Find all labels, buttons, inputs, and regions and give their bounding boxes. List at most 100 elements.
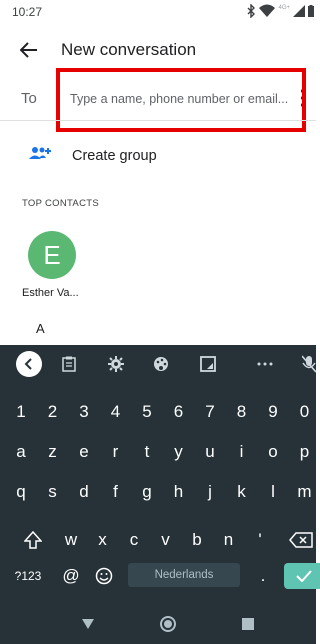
square-icon bbox=[242, 618, 254, 630]
backspace-key[interactable] bbox=[286, 525, 316, 555]
group-add-icon bbox=[29, 146, 51, 167]
settings-button[interactable] bbox=[103, 351, 129, 377]
dot bbox=[301, 89, 305, 93]
number-key[interactable]: 0 bbox=[291, 397, 319, 427]
enter-key[interactable] bbox=[284, 563, 320, 589]
letter-key[interactable]: a bbox=[7, 437, 35, 467]
letter-key[interactable]: n bbox=[215, 525, 243, 555]
letter-key[interactable]: x bbox=[89, 525, 117, 555]
nav-back-button[interactable] bbox=[76, 612, 100, 636]
letter-key[interactable]: d bbox=[70, 477, 98, 507]
more-horizontal-icon bbox=[257, 362, 273, 366]
number-key[interactable]: 7 bbox=[196, 397, 224, 427]
letter-key[interactable]: g bbox=[133, 477, 161, 507]
home-circle-icon bbox=[160, 616, 176, 632]
palette-icon bbox=[154, 357, 168, 371]
to-label: To bbox=[21, 90, 37, 107]
number-key[interactable]: 5 bbox=[133, 397, 161, 427]
signal-icon bbox=[293, 5, 305, 17]
page-title: New conversation bbox=[61, 40, 197, 59]
voice-input-button[interactable] bbox=[296, 351, 320, 377]
letter-key[interactable]: c bbox=[120, 525, 148, 555]
letter-key[interactable]: u bbox=[196, 437, 224, 467]
dot bbox=[301, 103, 305, 107]
spacebar[interactable]: Nederlands bbox=[128, 563, 240, 587]
period-key[interactable]: . bbox=[250, 563, 276, 589]
letter-key[interactable]: b bbox=[183, 525, 211, 555]
app-bar: New conversation bbox=[0, 24, 316, 76]
theme-button[interactable] bbox=[148, 351, 174, 377]
chevron-left-icon bbox=[24, 358, 32, 370]
letter-key[interactable]: z bbox=[39, 437, 67, 467]
battery-icon bbox=[308, 5, 314, 17]
create-group-label: Create group bbox=[72, 148, 157, 164]
triangle-down-icon bbox=[82, 619, 94, 629]
letter-key[interactable]: v bbox=[152, 525, 180, 555]
clipboard-button[interactable] bbox=[56, 351, 82, 377]
keyboard-collapse-button[interactable] bbox=[16, 351, 42, 377]
letter-key[interactable]: y bbox=[165, 437, 193, 467]
contact-item[interactable]: E Esther Va... bbox=[18, 229, 98, 305]
dot bbox=[301, 96, 305, 100]
more-keyboard-options-button[interactable] bbox=[252, 351, 278, 377]
bluetooth-icon bbox=[246, 4, 256, 18]
status-bar: 10:27 4G+ bbox=[0, 0, 316, 24]
shift-key[interactable] bbox=[18, 525, 48, 555]
navigation-bar bbox=[0, 602, 316, 644]
letter-key[interactable]: e bbox=[70, 437, 98, 467]
number-key[interactable]: 8 bbox=[228, 397, 256, 427]
backspace-icon bbox=[289, 532, 313, 548]
status-icons: 4G+ bbox=[246, 4, 314, 18]
letter-key[interactable]: w bbox=[57, 525, 85, 555]
letter-key[interactable]: o bbox=[259, 437, 287, 467]
checkmark-icon bbox=[296, 570, 312, 582]
divider bbox=[0, 120, 316, 121]
nav-home-button[interactable] bbox=[156, 612, 180, 636]
avatar: E bbox=[28, 231, 76, 279]
letter-key[interactable]: k bbox=[228, 477, 256, 507]
number-key[interactable]: 6 bbox=[165, 397, 193, 427]
number-key[interactable]: 4 bbox=[102, 397, 130, 427]
letter-key[interactable]: m bbox=[291, 477, 319, 507]
emoji-key[interactable] bbox=[90, 563, 118, 589]
back-button[interactable] bbox=[14, 36, 44, 64]
more-options-button[interactable] bbox=[294, 85, 312, 111]
number-key[interactable]: 3 bbox=[70, 397, 98, 427]
mic-off-icon bbox=[302, 355, 316, 373]
number-key[interactable]: 2 bbox=[39, 397, 67, 427]
letter-key[interactable]: r bbox=[102, 437, 130, 467]
resize-icon bbox=[200, 356, 216, 372]
shift-icon bbox=[24, 531, 42, 549]
top-contacts-header: TOP CONTACTS bbox=[22, 198, 99, 209]
letter-key[interactable]: s bbox=[39, 477, 67, 507]
letter-key[interactable]: l bbox=[259, 477, 287, 507]
letter-key[interactable]: j bbox=[196, 477, 224, 507]
letter-key[interactable]: p bbox=[291, 437, 319, 467]
number-key[interactable]: 9 bbox=[259, 397, 287, 427]
nav-recents-button[interactable] bbox=[236, 612, 260, 636]
at-key[interactable]: @ bbox=[56, 563, 86, 589]
symbols-key[interactable]: ?123 bbox=[8, 563, 48, 589]
keyboard-toolbar bbox=[0, 345, 316, 383]
keyboard: 1 2 3 4 5 6 7 8 9 0 a z e r t y u i o p q s d f g h j k l m w x c v b n ' ?1… bbox=[0, 345, 320, 602]
recipient-input[interactable] bbox=[70, 88, 290, 110]
alphabet-section-header: A bbox=[36, 321, 45, 336]
letter-key[interactable]: t bbox=[133, 437, 161, 467]
number-key[interactable]: 1 bbox=[7, 397, 35, 427]
one-handed-button[interactable] bbox=[195, 351, 221, 377]
arrow-back-icon bbox=[20, 42, 37, 58]
clipboard-icon bbox=[62, 356, 76, 372]
letter-key[interactable]: h bbox=[165, 477, 193, 507]
emoji-icon bbox=[95, 567, 113, 585]
status-time: 10:27 bbox=[12, 5, 43, 19]
gear-icon bbox=[108, 356, 124, 372]
letter-key[interactable]: ' bbox=[246, 525, 274, 555]
letter-key[interactable]: i bbox=[228, 437, 256, 467]
network-type-label: 4G+ bbox=[278, 5, 290, 11]
letter-key[interactable]: q bbox=[7, 477, 35, 507]
to-row: To bbox=[0, 76, 316, 120]
create-group-button[interactable]: Create group bbox=[0, 138, 316, 174]
letter-key[interactable]: f bbox=[102, 477, 130, 507]
contact-name: Esther Va... bbox=[22, 287, 79, 299]
wifi-icon bbox=[259, 4, 276, 18]
